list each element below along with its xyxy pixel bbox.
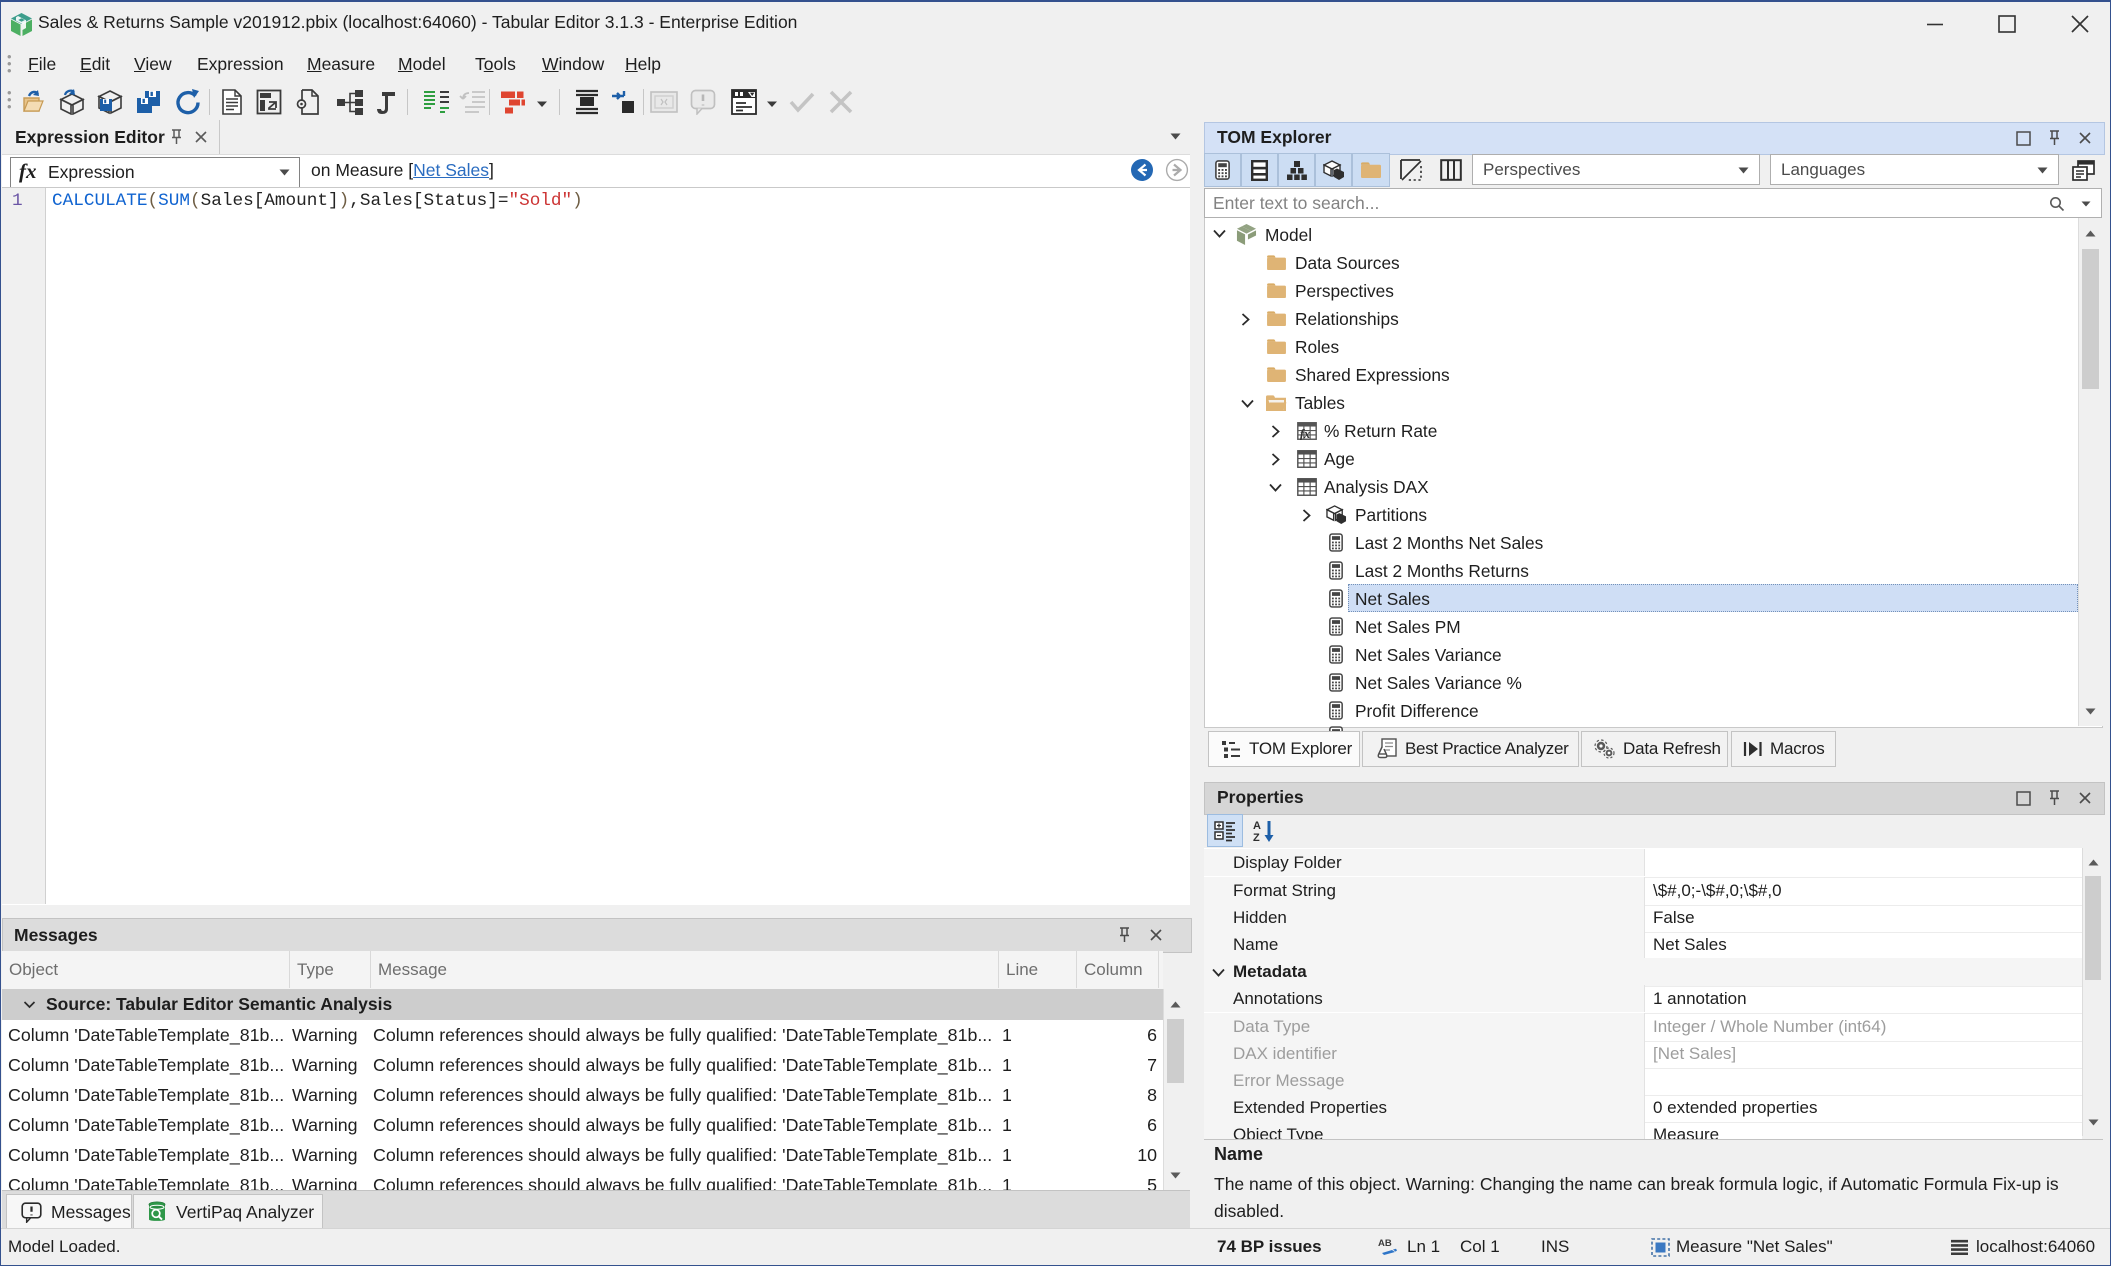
svg-text:A: A xyxy=(1253,820,1261,832)
svg-text:AB: AB xyxy=(1378,1238,1392,1249)
svg-text:Z: Z xyxy=(1253,832,1260,843)
